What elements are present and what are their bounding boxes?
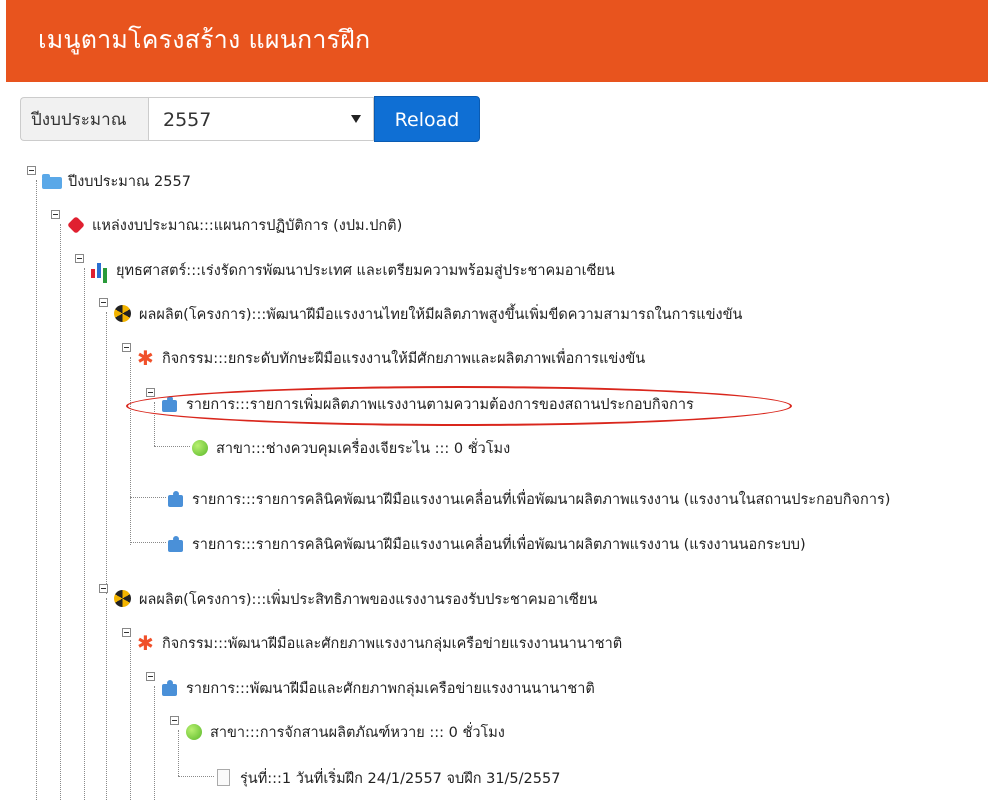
tree-node-output[interactable]: ผลผลิต(โครงการ):::เพิ่มประสิทธิภาพของแรง… xyxy=(113,586,597,612)
tree-line xyxy=(130,497,166,498)
tree-line xyxy=(130,357,131,545)
tree-node-item[interactable]: รายการ:::พัฒนาฝีมือและศักยภาพกลุ่มเครือข… xyxy=(160,675,595,701)
file-icon xyxy=(214,769,234,787)
collapse-toggle[interactable] xyxy=(51,210,60,219)
tree-node-label: รายการ:::รายการคลินิคพัฒนาฝีมือแรงงานเคล… xyxy=(192,536,806,553)
tree-node-label: รายการ:::รายการเพิ่มผลิตภาพแรงงานตามความ… xyxy=(186,396,694,413)
tree-line xyxy=(106,598,107,800)
tree-node-label: ยุทธศาสตร์:::เร่งรัดการพัฒนาประเทศ และเต… xyxy=(116,262,615,279)
tree-line xyxy=(154,446,190,447)
tree-node-budget-source[interactable]: แหล่งงบประมาณ:::แผนการปฏิบัติการ (งปม.ปก… xyxy=(66,212,402,238)
tree-node-label: ปีงบประมาณ 2557 xyxy=(68,173,191,190)
tree-node-label: แหล่งงบประมาณ:::แผนการปฏิบัติการ (งปม.ปก… xyxy=(92,217,403,234)
folder-icon xyxy=(42,172,62,190)
cube-icon xyxy=(66,216,86,234)
tree-node-label: รายการ:::รายการคลินิคพัฒนาฝีมือแรงงานเคล… xyxy=(192,491,891,508)
collapse-toggle[interactable] xyxy=(146,388,155,397)
tree-line xyxy=(130,542,166,543)
tree-node-activity[interactable]: กิจกรรม:::ยกระดับทักษะฝีมือแรงงานให้มีศั… xyxy=(136,345,645,371)
puzzle-icon xyxy=(160,395,180,413)
collapse-toggle[interactable] xyxy=(99,584,108,593)
tree-node-branch[interactable]: สาขา:::ช่างควบคุมเครื่องเจียระไน ::: 0 ช… xyxy=(190,435,510,461)
puzzle-icon xyxy=(160,679,180,697)
tree-line xyxy=(154,686,155,800)
tree-line xyxy=(84,268,85,800)
tree-line xyxy=(60,224,61,800)
collapse-toggle[interactable] xyxy=(122,343,131,352)
collapse-toggle[interactable] xyxy=(122,628,131,637)
tree-line xyxy=(130,640,131,800)
tree-node-budget-year[interactable]: ปีงบประมาณ 2557 xyxy=(42,168,191,194)
tree-node-batch[interactable]: รุ่นที่:::1 วันที่เริ่มฝึก 24/1/2557 จบฝ… xyxy=(214,765,560,791)
tree-node-branch[interactable]: สาขา:::การจักสานผลิตภัณฑ์หวาย ::: 0 ชั่ว… xyxy=(184,719,505,745)
tree-line xyxy=(178,730,179,776)
tree-node-item[interactable]: รายการ:::รายการคลินิคพัฒนาฝีมือแรงงานเคล… xyxy=(166,486,890,512)
gear-icon xyxy=(136,346,156,370)
gear-icon xyxy=(136,631,156,655)
tree-line xyxy=(36,180,37,800)
radiation-icon xyxy=(113,590,133,608)
puzzle-icon xyxy=(166,535,186,553)
tree-node-label: ผลผลิต(โครงการ):::พัฒนาฝีมือแรงงานไทยให้… xyxy=(139,306,743,323)
tree-node-label: กิจกรรม:::ยกระดับทักษะฝีมือแรงงานให้มีศั… xyxy=(162,350,646,367)
collapse-toggle[interactable] xyxy=(170,716,179,725)
green-dot-icon xyxy=(190,439,210,457)
collapse-toggle[interactable] xyxy=(99,298,108,307)
tree-node-output[interactable]: ผลผลิต(โครงการ):::พัฒนาฝีมือแรงงานไทยให้… xyxy=(113,301,742,327)
tree-node-label: สาขา:::ช่างควบคุมเครื่องเจียระไน ::: 0 ช… xyxy=(216,440,511,457)
tree-node-item[interactable]: รายการ:::รายการคลินิคพัฒนาฝีมือแรงงานเคล… xyxy=(166,531,806,557)
bar-chart-icon xyxy=(90,261,110,279)
tree-node-label: รุ่นที่:::1 วันที่เริ่มฝึก 24/1/2557 จบฝ… xyxy=(240,770,561,787)
tree-node-label: สาขา:::การจักสานผลิตภัณฑ์หวาย ::: 0 ชั่ว… xyxy=(210,724,505,741)
tree-node-label: ผลผลิต(โครงการ):::เพิ่มประสิทธิภาพของแรง… xyxy=(139,591,598,608)
tree-line xyxy=(106,312,107,594)
collapse-toggle[interactable] xyxy=(75,254,84,263)
tree-line xyxy=(178,776,214,777)
tree-node-item[interactable]: รายการ:::รายการเพิ่มผลิตภาพแรงงานตามความ… xyxy=(160,391,694,417)
tree-node-strategy[interactable]: ยุทธศาสตร์:::เร่งรัดการพัฒนาประเทศ และเต… xyxy=(90,257,615,283)
tree-node-label: รายการ:::พัฒนาฝีมือและศักยภาพกลุ่มเครือข… xyxy=(186,680,595,697)
collapse-toggle[interactable] xyxy=(146,672,155,681)
structure-tree: ปีงบประมาณ 2557 แหล่งงบประมาณ:::แผนการปฏ… xyxy=(0,0,994,800)
tree-node-activity[interactable]: กิจกรรม:::พัฒนาฝีมือและศักยภาพแรงงานกลุ่… xyxy=(136,630,622,656)
puzzle-icon xyxy=(166,490,186,508)
tree-node-label: กิจกรรม:::พัฒนาฝีมือและศักยภาพแรงงานกลุ่… xyxy=(162,635,623,652)
collapse-toggle[interactable] xyxy=(27,166,36,175)
radiation-icon xyxy=(113,305,133,323)
tree-line xyxy=(154,402,155,446)
green-dot-icon xyxy=(184,723,204,741)
